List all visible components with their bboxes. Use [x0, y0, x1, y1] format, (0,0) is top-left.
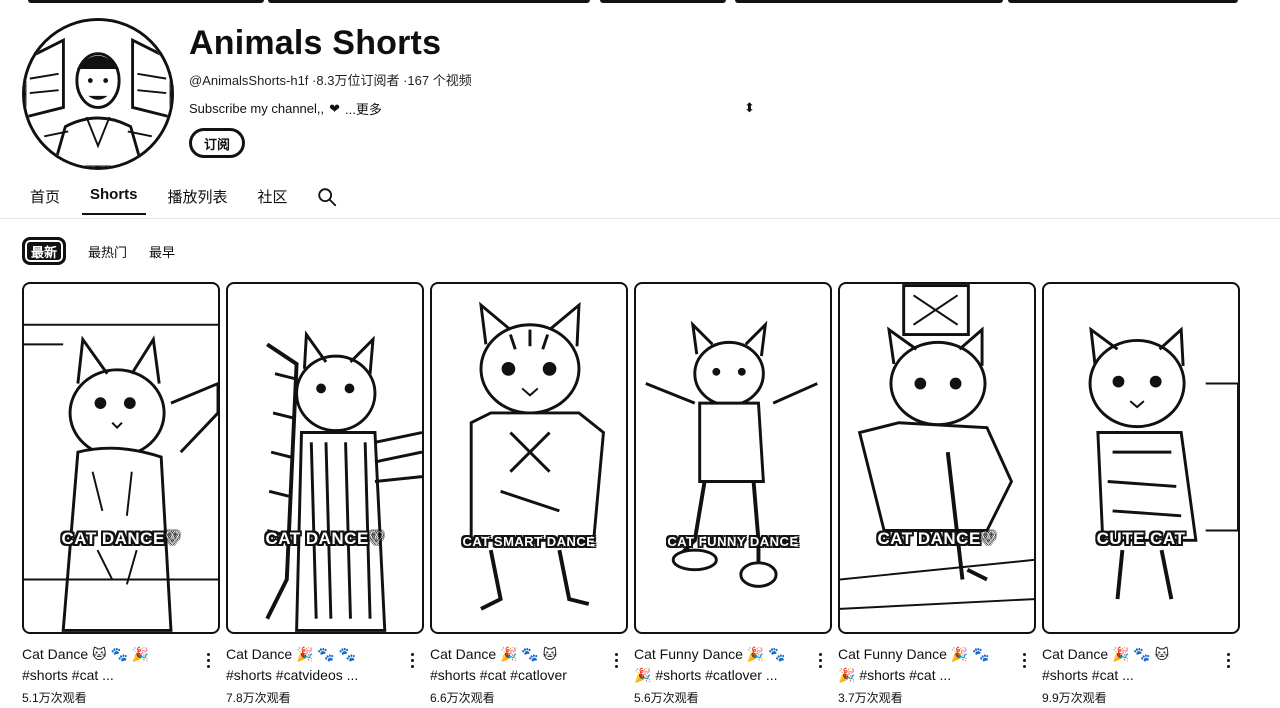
cat-thumbnail-image	[645, 320, 818, 588]
short-hashtags[interactable]: #shorts #cat ...	[1042, 665, 1218, 686]
shorts-grid: CAT DANCE♡ Cat Dance 🐱 🐾 🎉 #shorts #cat …	[22, 282, 1242, 708]
cat-thumbnail-image	[1088, 326, 1238, 600]
video-count: 167 个视频	[403, 73, 472, 88]
short-hashtags[interactable]: 🎉 #shorts #catlover ...	[634, 665, 810, 686]
short-title[interactable]: Cat Dance 🎉 🐾 🐱	[1042, 644, 1218, 665]
short-title[interactable]: Cat Funny Dance 🎉 🐾	[634, 644, 810, 665]
thumbnail-caption: CAT DANCE♡	[61, 529, 181, 548]
sort-chips: 最新 最热门 最早	[22, 237, 175, 265]
avatar-image	[25, 21, 171, 167]
mouse-cursor-icon: ⬍	[744, 100, 755, 115]
chip-oldest[interactable]: 最早	[149, 237, 175, 265]
heart-icon: ❤	[329, 100, 341, 116]
channel-name: Animals Shorts	[189, 24, 442, 62]
channel-meta: @AnimalsShorts-h1f 8.3万位订阅者 167 个视频	[189, 70, 472, 89]
channel-tabs: 首页 Shorts 播放列表 社区	[22, 182, 338, 218]
short-card: CAT DANCE♡ Cat Dance 🐱 🐾 🎉 #shorts #cat …	[22, 282, 220, 708]
subscriber-count: 8.3万位订阅者	[312, 73, 399, 88]
short-title[interactable]: Cat Dance 🎉 🐾 🐾	[226, 644, 402, 665]
cat-thumbnail-image	[265, 330, 422, 632]
tab-community[interactable]: 社区	[250, 182, 296, 219]
short-hashtags[interactable]: #shorts #catvideos ...	[226, 665, 402, 686]
view-count: 6.6万次观看	[430, 691, 495, 705]
view-count: 5.1万次观看	[22, 691, 87, 705]
view-count: 9.9万次观看	[1042, 691, 1107, 705]
short-card: CAT DANCE♡ Cat Funny Dance 🎉 🐾 🎉 #shorts…	[838, 282, 1036, 708]
short-thumbnail[interactable]: CAT FUNNY DANCE	[634, 282, 832, 634]
short-thumbnail[interactable]: CAT DANCE♡	[838, 282, 1036, 634]
tab-playlists[interactable]: 播放列表	[160, 182, 236, 219]
short-title[interactable]: Cat Dance 🎉 🐾 🐱	[430, 644, 606, 665]
more-options-icon[interactable]	[812, 650, 828, 670]
more-options-icon[interactable]	[200, 650, 216, 670]
short-hashtags[interactable]: #shorts #cat #catlover	[430, 665, 606, 686]
short-thumbnail[interactable]: CAT DANCE♡	[226, 282, 424, 634]
description-text: Subscribe my channel,,	[189, 101, 325, 116]
more-link[interactable]: ...更多	[345, 99, 382, 118]
channel-handle[interactable]: @AnimalsShorts-h1f	[189, 73, 308, 88]
short-card: CAT DANCE♡ Cat Dance 🎉 🐾 🐾 #shorts #catv…	[226, 282, 424, 708]
cat-thumbnail-image	[24, 323, 218, 632]
short-hashtags[interactable]: #shorts #cat ...	[22, 665, 198, 686]
short-card: CUTE CAT Cat Dance 🎉 🐾 🐱 #shorts #cat ..…	[1042, 282, 1240, 708]
thumbnail-caption: CAT SMART DANCE	[462, 534, 596, 549]
cat-thumbnail-image	[469, 301, 605, 611]
more-options-icon[interactable]	[404, 650, 420, 670]
search-icon[interactable]	[316, 186, 338, 208]
thumbnail-caption: CAT FUNNY DANCE	[667, 534, 799, 549]
short-hashtags[interactable]: 🎉 #shorts #cat ...	[838, 665, 1014, 686]
tab-shorts[interactable]: Shorts	[82, 182, 146, 215]
short-title[interactable]: Cat Funny Dance 🎉 🐾	[838, 644, 1014, 665]
short-card: CAT SMART DANCE Cat Dance 🎉 🐾 🐱 #shorts …	[430, 282, 628, 708]
view-count: 7.8万次观看	[226, 691, 291, 705]
short-title[interactable]: Cat Dance 🐱 🐾 🎉	[22, 644, 198, 665]
thumbnail-caption: CAT DANCE♡	[877, 529, 997, 548]
thumbnail-caption: CUTE CAT	[1096, 529, 1186, 548]
thumbnail-caption: CAT DANCE♡	[265, 529, 385, 548]
subscribe-button[interactable]: 订阅	[189, 128, 246, 158]
short-thumbnail[interactable]: CUTE CAT	[1042, 282, 1240, 634]
short-card: CAT FUNNY DANCE Cat Funny Dance 🎉 🐾 🎉 #s…	[634, 282, 832, 708]
more-options-icon[interactable]	[1220, 650, 1236, 670]
more-options-icon[interactable]	[1016, 650, 1032, 670]
view-count: 5.6万次观看	[634, 691, 699, 705]
more-options-icon[interactable]	[608, 650, 624, 670]
chip-latest[interactable]: 最新	[22, 237, 67, 265]
chip-popular[interactable]: 最热门	[88, 237, 127, 265]
top-strip	[0, 0, 1280, 6]
tab-home[interactable]: 首页	[22, 182, 68, 219]
cat-thumbnail-image	[840, 284, 1034, 610]
channel-avatar[interactable]	[22, 18, 174, 170]
view-count: 3.7万次观看	[838, 691, 903, 705]
short-thumbnail[interactable]: CAT SMART DANCE	[430, 282, 628, 634]
tabs-divider	[0, 218, 1280, 219]
channel-description[interactable]: Subscribe my channel,, ❤ ...更多	[189, 99, 382, 118]
short-thumbnail[interactable]: CAT DANCE♡	[22, 282, 220, 634]
